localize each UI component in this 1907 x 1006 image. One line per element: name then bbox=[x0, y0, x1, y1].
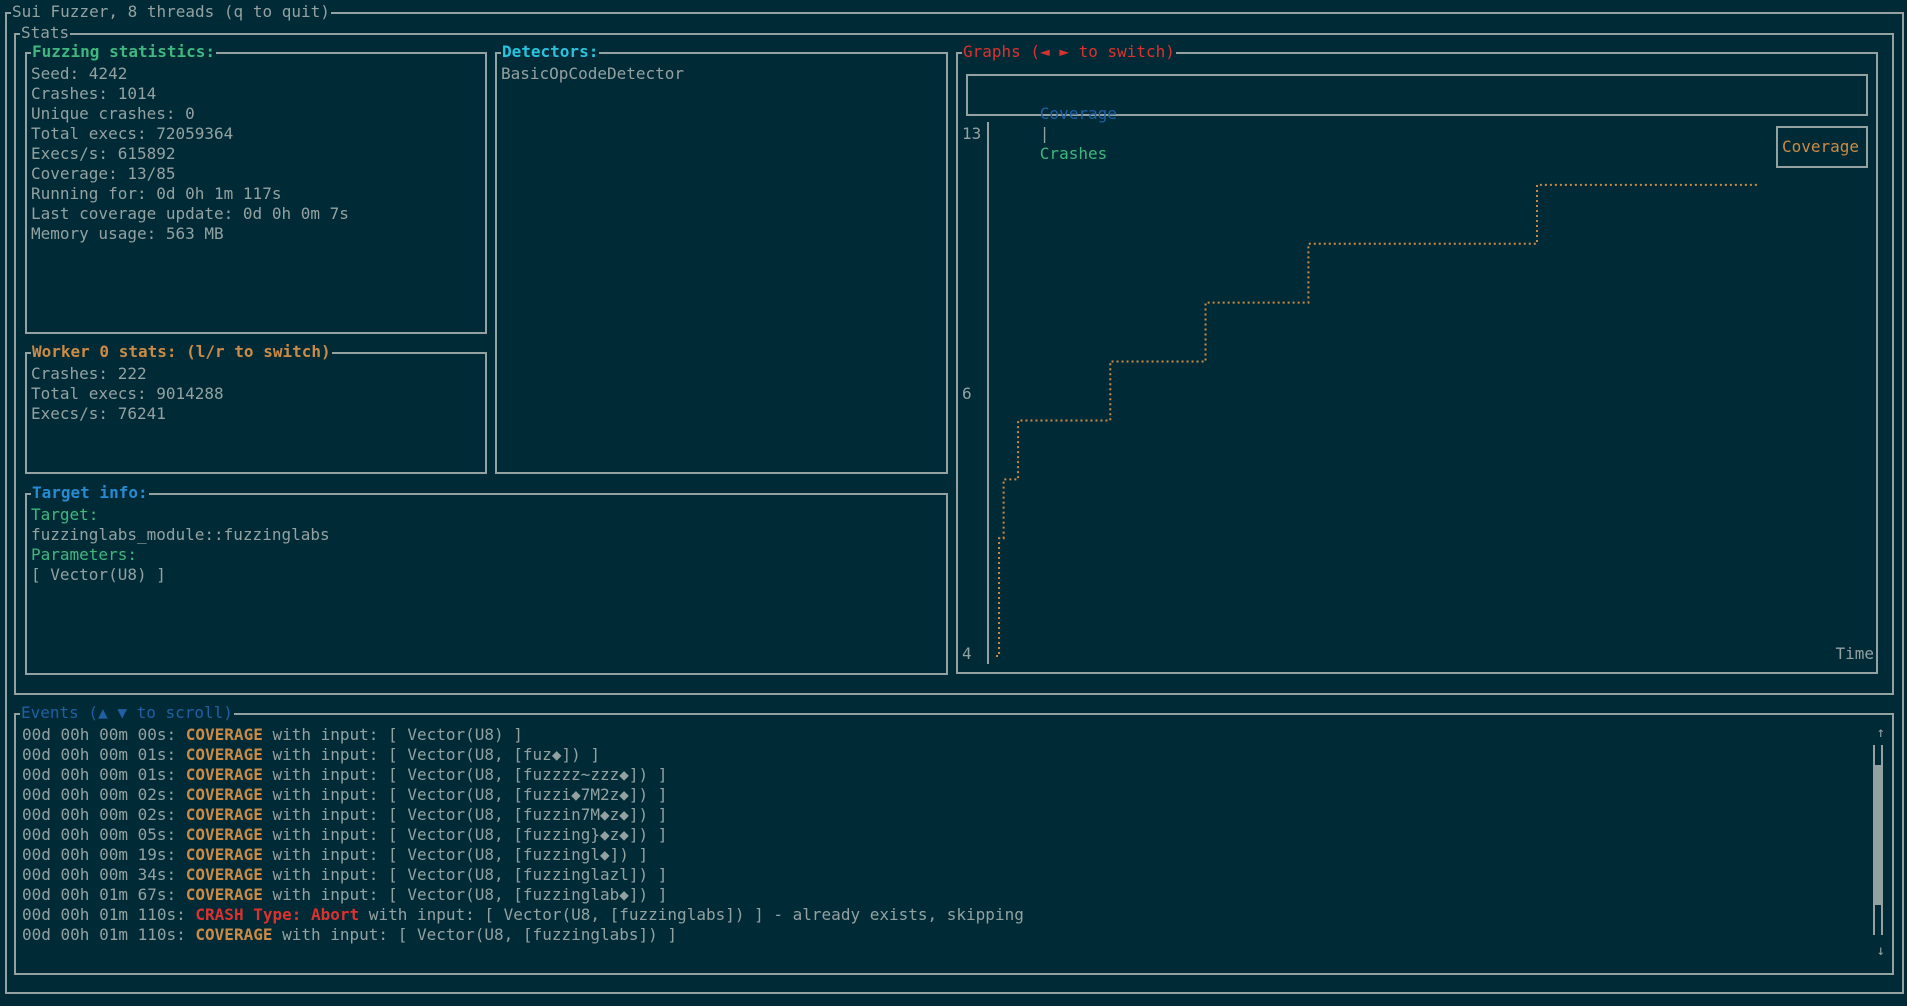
event-detail: with input: [ Vector(U8, [fuz◆]) ] bbox=[262, 745, 600, 764]
event-detail: with input: [ Vector(U8, [fuzzinglabs]) … bbox=[272, 925, 678, 944]
stat-coverage: Coverage: 13/85 bbox=[31, 164, 176, 183]
event-kind-coverage: COVERAGE bbox=[185, 805, 263, 824]
detectors-panel: Detectors: BasicOpCodeDetector bbox=[495, 42, 948, 474]
event-time: 00d 00h 01m 110s: bbox=[22, 905, 186, 924]
worker-stats-title: Worker 0 stats: (l/r to switch) bbox=[31, 342, 332, 362]
scroll-up-icon[interactable]: ↑ bbox=[1877, 725, 1885, 741]
worker-crashes: Crashes: 222 bbox=[31, 364, 147, 383]
events-title: Events (▲ ▼ to scroll) bbox=[20, 703, 234, 723]
target-info-panel: Target info: Target: fuzzinglabs_module:… bbox=[25, 483, 948, 675]
event-kind-coverage: COVERAGE bbox=[185, 825, 263, 844]
coverage-chart-svg bbox=[987, 122, 1759, 664]
graph-tabs: Coverage | Crashes bbox=[966, 74, 1868, 163]
worker-stats-list: Crashes: 222 Total execs: 9014288 Execs/… bbox=[31, 364, 224, 424]
stats-panel-title: Stats bbox=[20, 23, 71, 43]
target-value: fuzzinglabs_module::fuzzinglabs bbox=[31, 525, 330, 544]
event-detail: with input: [ Vector(U8, [fuzzzz~zzz◆]) … bbox=[262, 765, 668, 784]
event-detail: with input: [ Vector(U8, [fuzzin7M◆z◆]) … bbox=[262, 805, 668, 824]
event-kind-coverage: COVERAGE bbox=[185, 745, 263, 764]
event-kind-coverage: COVERAGE bbox=[195, 925, 273, 944]
event-detail: with input: [ Vector(U8, [fuzzinglab◆]) … bbox=[262, 885, 668, 904]
event-row: 00d 00h 00m 02s: COVERAGE with input: [ … bbox=[22, 785, 1024, 805]
event-kind-coverage: COVERAGE bbox=[185, 865, 263, 884]
detector-item: BasicOpCodeDetector bbox=[501, 64, 685, 83]
target-label: Target: bbox=[31, 505, 99, 524]
event-kind-coverage: COVERAGE bbox=[185, 725, 263, 744]
event-time: 00d 00h 01m 110s: bbox=[22, 925, 186, 944]
events-scrollbar-thumb[interactable] bbox=[1875, 765, 1881, 905]
event-time: 00d 00h 00m 34s: bbox=[22, 865, 177, 884]
event-row: 00d 00h 00m 34s: COVERAGE with input: [ … bbox=[22, 865, 1024, 885]
events-panel[interactable]: Events (▲ ▼ to scroll) 00d 00h 00m 00s: … bbox=[14, 703, 1894, 975]
target-info-content: Target: fuzzinglabs_module::fuzzinglabs … bbox=[31, 505, 330, 585]
event-detail: with input: [ Vector(U8, [fuzzingl◆]) ] bbox=[262, 845, 649, 864]
fuzzing-stats-list: Seed: 4242 Crashes: 1014 Unique crashes:… bbox=[31, 64, 349, 244]
event-kind-coverage: COVERAGE bbox=[185, 885, 263, 904]
events-list: 00d 00h 00m 00s: COVERAGE with input: [ … bbox=[22, 725, 1024, 945]
event-detail: with input: [ Vector(U8, [fuzzi◆7M2z◆]) … bbox=[262, 785, 668, 804]
event-row: 00d 00h 00m 02s: COVERAGE with input: [ … bbox=[22, 805, 1024, 825]
detectors-list: BasicOpCodeDetector bbox=[501, 64, 684, 84]
stat-total-execs: Total execs: 72059364 bbox=[31, 124, 234, 143]
legend-label: Coverage bbox=[1782, 137, 1860, 156]
window-title: Sui Fuzzer, 8 threads (q to quit) bbox=[11, 2, 331, 22]
event-time: 00d 00h 00m 02s: bbox=[22, 785, 177, 804]
event-kind-coverage: COVERAGE bbox=[185, 845, 263, 864]
plot-layer bbox=[995, 183, 1759, 657]
event-row: 00d 00h 01m 110s: CRASH Type: Abort with… bbox=[22, 905, 1024, 925]
event-row: 00d 00h 00m 00s: COVERAGE with input: [ … bbox=[22, 725, 1024, 745]
fuzzing-stats-title: Fuzzing statistics: bbox=[31, 42, 217, 62]
event-time: 00d 00h 00m 05s: bbox=[22, 825, 177, 844]
event-row: 00d 00h 00m 19s: COVERAGE with input: [ … bbox=[22, 845, 1024, 865]
coverage-series-line bbox=[996, 183, 1758, 657]
event-detail: with input: [ Vector(U8, [fuzzinglazl]) … bbox=[262, 865, 668, 884]
event-time: 00d 00h 00m 01s: bbox=[22, 765, 177, 784]
stat-memory-usage: Memory usage: 563 MB bbox=[31, 224, 224, 243]
worker-execs-per-sec: Execs/s: 76241 bbox=[31, 404, 166, 423]
stat-seed: Seed: 4242 bbox=[31, 64, 128, 83]
parameters-value: [ Vector(U8) ] bbox=[31, 565, 166, 584]
stat-unique-crashes: Unique crashes: 0 bbox=[31, 104, 195, 123]
event-time: 00d 00h 00m 02s: bbox=[22, 805, 177, 824]
event-kind-coverage: COVERAGE bbox=[185, 765, 263, 784]
event-time: 00d 00h 01m 67s: bbox=[22, 885, 177, 904]
coverage-chart: 13 6 4 Time Coverage bbox=[958, 116, 1876, 672]
event-detail: with input: [ Vector(U8, [fuzzing}◆z◆]) … bbox=[262, 825, 668, 844]
event-row: 00d 00h 00m 01s: COVERAGE with input: [ … bbox=[22, 745, 1024, 765]
detectors-title: Detectors: bbox=[501, 42, 600, 62]
event-row: 00d 00h 00m 05s: COVERAGE with input: [ … bbox=[22, 825, 1024, 845]
stat-running-for: Running for: 0d 0h 1m 117s bbox=[31, 184, 282, 203]
worker-stats-panel[interactable]: Worker 0 stats: (l/r to switch) Crashes:… bbox=[25, 342, 487, 474]
worker-total-execs: Total execs: 9014288 bbox=[31, 384, 224, 403]
graphs-panel: Graphs (◄ ► to switch) Coverage | Crashe… bbox=[956, 42, 1878, 674]
chart-legend: Coverage bbox=[1776, 126, 1868, 168]
event-time: 00d 00h 00m 00s: bbox=[22, 725, 177, 744]
event-kind-coverage: COVERAGE bbox=[185, 785, 263, 804]
events-scrollbar[interactable] bbox=[1873, 745, 1883, 935]
event-row: 00d 00h 00m 01s: COVERAGE with input: [ … bbox=[22, 765, 1024, 785]
scroll-down-icon[interactable]: ↓ bbox=[1877, 943, 1885, 959]
graphs-title[interactable]: Graphs (◄ ► to switch) bbox=[962, 42, 1176, 62]
event-kind-crash: CRASH Type: Abort bbox=[195, 905, 360, 924]
event-detail: with input: [ Vector(U8, [fuzzinglabs]) … bbox=[359, 905, 1024, 924]
event-row: 00d 00h 01m 110s: COVERAGE with input: [… bbox=[22, 925, 1024, 945]
event-time: 00d 00h 00m 01s: bbox=[22, 745, 177, 764]
event-time: 00d 00h 00m 19s: bbox=[22, 845, 177, 864]
stat-execs-per-sec: Execs/s: 615892 bbox=[31, 144, 176, 163]
parameters-label: Parameters: bbox=[31, 545, 137, 564]
stat-last-coverage-update: Last coverage update: 0d 0h 0m 7s bbox=[31, 204, 349, 223]
event-row: 00d 00h 01m 67s: COVERAGE with input: [ … bbox=[22, 885, 1024, 905]
fuzzing-stats-panel: Fuzzing statistics: Seed: 4242 Crashes: … bbox=[25, 42, 487, 334]
stat-crashes: Crashes: 1014 bbox=[31, 84, 157, 103]
x-axis-label: Time bbox=[1835, 644, 1874, 663]
event-detail: with input: [ Vector(U8) ] bbox=[262, 725, 523, 744]
target-info-title: Target info: bbox=[31, 483, 149, 503]
